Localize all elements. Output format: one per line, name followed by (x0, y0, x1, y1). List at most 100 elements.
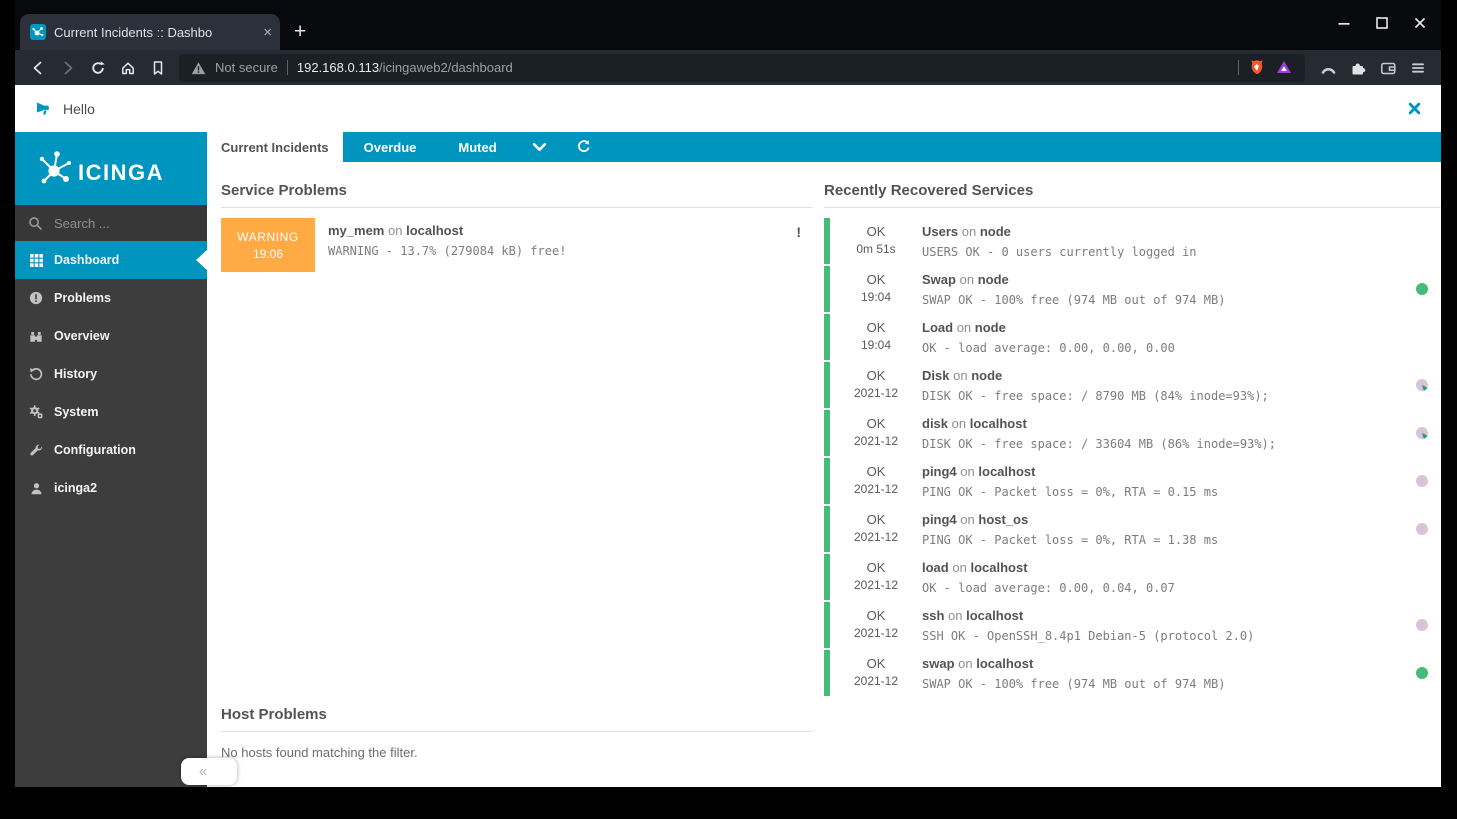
back-button[interactable] (23, 54, 53, 82)
recovered-services-title[interactable]: Recently Recovered Services (824, 182, 1441, 208)
maximize-button[interactable] (1375, 16, 1389, 30)
extensions-divider (1238, 60, 1239, 75)
sidebar-item-configuration[interactable]: Configuration (15, 431, 207, 469)
recovered-service-row[interactable]: OK2021-12disk on localhostDISK OK - free… (824, 410, 1441, 456)
sidebar-item-problems[interactable]: Problems (15, 279, 207, 317)
state-time: 2021-12 (830, 386, 922, 400)
sidebar-item-label: Overview (54, 329, 110, 343)
on-label: on (952, 416, 966, 431)
state-time: 2021-12 (830, 626, 922, 640)
host-name: node (978, 272, 1009, 287)
announcement-close-icon[interactable] (1408, 102, 1421, 120)
new-tab-button[interactable]: + (294, 21, 306, 42)
unhandled-flag: ! (796, 218, 813, 240)
ok-dot-icon (1416, 667, 1428, 679)
plugin-output: DISK OK - free space: / 33604 MB (86% in… (922, 437, 1403, 451)
megaphone-icon (35, 101, 52, 117)
recovered-service-row[interactable]: OK2021-12swap on localhostSWAP OK - 100%… (824, 650, 1441, 696)
on-label: on (952, 560, 966, 575)
right-column: Recently Recovered Services OK0m 51sUser… (824, 176, 1441, 787)
forward-button[interactable] (53, 54, 83, 82)
recovered-list: OK0m 51sUsers on nodeUSERS OK - 0 users … (824, 218, 1441, 696)
on-label: on (388, 223, 402, 238)
host-problems-title[interactable]: Host Problems (221, 706, 813, 732)
on-label: on (953, 368, 967, 383)
sidebar-item-dashboard[interactable]: Dashboard (15, 241, 207, 279)
on-label: on (960, 272, 974, 287)
state-time: 19:04 (830, 338, 922, 352)
recovered-service-row[interactable]: OK0m 51sUsers on nodeUSERS OK - 0 users … (824, 218, 1441, 264)
sidebar-item-label: Problems (54, 291, 111, 305)
plugin-output: SSH OK - OpenSSH_8.4p1 Debian-5 (protoco… (922, 629, 1403, 643)
recovered-service-row[interactable]: OK2021-12ssh on localhostSSH OK - OpenSS… (824, 602, 1441, 648)
recovered-service-row[interactable]: OK2021-12ping4 on localhostPING OK - Pac… (824, 458, 1441, 504)
tab-close-icon[interactable]: × (263, 25, 272, 40)
tab-current-incidents[interactable]: Current Incidents (207, 132, 343, 162)
browser-tab-bar: Current Incidents :: Dashbo × + (15, 0, 1441, 50)
home-button[interactable] (113, 54, 143, 82)
url-host: 192.168.0.113 (297, 60, 379, 75)
state-label: OK (830, 656, 922, 671)
state-time: 2021-12 (830, 530, 922, 544)
minimize-button[interactable] (1337, 16, 1351, 30)
browser-window: Current Incidents :: Dashbo × + Not secu… (15, 0, 1441, 787)
recovered-service-row[interactable]: OK19:04Load on nodeOK - load average: 0.… (824, 314, 1441, 360)
tab-overdue[interactable]: Overdue (343, 132, 438, 162)
state-label: OK (830, 512, 922, 527)
extensions-puzzle-icon[interactable] (1343, 54, 1373, 82)
sidebar-item-overview[interactable]: Overview (15, 317, 207, 355)
tab-dropdown-button[interactable] (518, 132, 562, 162)
search-input[interactable] (52, 215, 194, 232)
bookmark-button[interactable] (143, 54, 173, 82)
tab-muted[interactable]: Muted (437, 132, 517, 162)
plugin-output: SWAP OK - 100% free (974 MB out of 974 M… (922, 293, 1403, 307)
host-problems-empty: No hosts found matching the filter. (221, 745, 813, 760)
sidebar-item-label: Configuration (54, 443, 136, 457)
dashboard-grid-icon (28, 254, 44, 267)
refresh-button[interactable] (562, 132, 606, 162)
state-label: OK (830, 320, 922, 335)
main-area: Current IncidentsOverdueMuted Service Pr… (207, 132, 1441, 787)
gears-icon (28, 405, 44, 419)
brave-rewards-icon[interactable] (1275, 59, 1293, 77)
announcement-label: Hello (63, 101, 95, 117)
browser-tab[interactable]: Current Incidents :: Dashbo × (20, 14, 280, 50)
on-label: on (960, 512, 974, 527)
sidebar-item-icinga2[interactable]: icinga2 (15, 469, 207, 507)
host-name: node (980, 224, 1011, 239)
url-text: 192.168.0.113/icingaweb2/dashboard (297, 60, 513, 75)
service-name: Swap (922, 272, 956, 287)
service-problems-title[interactable]: Service Problems (221, 182, 813, 208)
vpn-icon[interactable] (1313, 54, 1343, 82)
wallet-icon[interactable] (1373, 54, 1403, 82)
service-problem-row[interactable]: WARNING 19:06 my_mem on localhost WARNIN… (221, 218, 813, 272)
sidebar-item-label: System (54, 405, 98, 419)
close-button[interactable] (1413, 16, 1427, 30)
sidebar-collapse-button[interactable]: « (181, 758, 237, 785)
state-label: OK (830, 272, 922, 287)
service-name: my_mem (328, 223, 384, 238)
user-icon (28, 482, 44, 495)
recovered-service-row[interactable]: OK2021-12load on localhostOK - load aver… (824, 554, 1441, 600)
recovered-service-row[interactable]: OK2021-12Disk on nodeDISK OK - free spac… (824, 362, 1441, 408)
host-name: localhost (976, 656, 1033, 671)
left-column: Service Problems WARNING 19:06 my_mem on… (221, 176, 813, 787)
brave-shield-icon[interactable] (1248, 59, 1266, 77)
recovered-service-row[interactable]: OK2021-12ping4 on host_osPING OK - Packe… (824, 506, 1441, 552)
host-name: node (975, 320, 1006, 335)
collapse-chevrons-icon: « (199, 763, 207, 780)
reload-button[interactable] (83, 54, 113, 82)
search-icon (28, 216, 43, 231)
recovered-service-row[interactable]: OK 19:04Swap on node SWAP OK - 100% free (… (824, 266, 1441, 312)
sidebar-item-history[interactable]: History (15, 355, 207, 393)
state-time: 19:04 (830, 290, 922, 304)
state-time: 0m 51s (830, 242, 922, 256)
menu-hamburger-icon[interactable] (1403, 54, 1433, 82)
icinga-logo[interactable]: ICINGA (15, 132, 207, 205)
sidebar-item-system[interactable]: System (15, 393, 207, 431)
host-name: localhost (966, 608, 1023, 623)
address-bar[interactable]: Not secure 192.168.0.113/icingaweb2/dash… (179, 54, 1305, 82)
service-name: ping4 (922, 464, 957, 479)
plugin-output: PING OK - Packet loss = 0%, RTA = 1.38 m… (922, 533, 1403, 547)
muted-dot-icon (1416, 619, 1428, 631)
